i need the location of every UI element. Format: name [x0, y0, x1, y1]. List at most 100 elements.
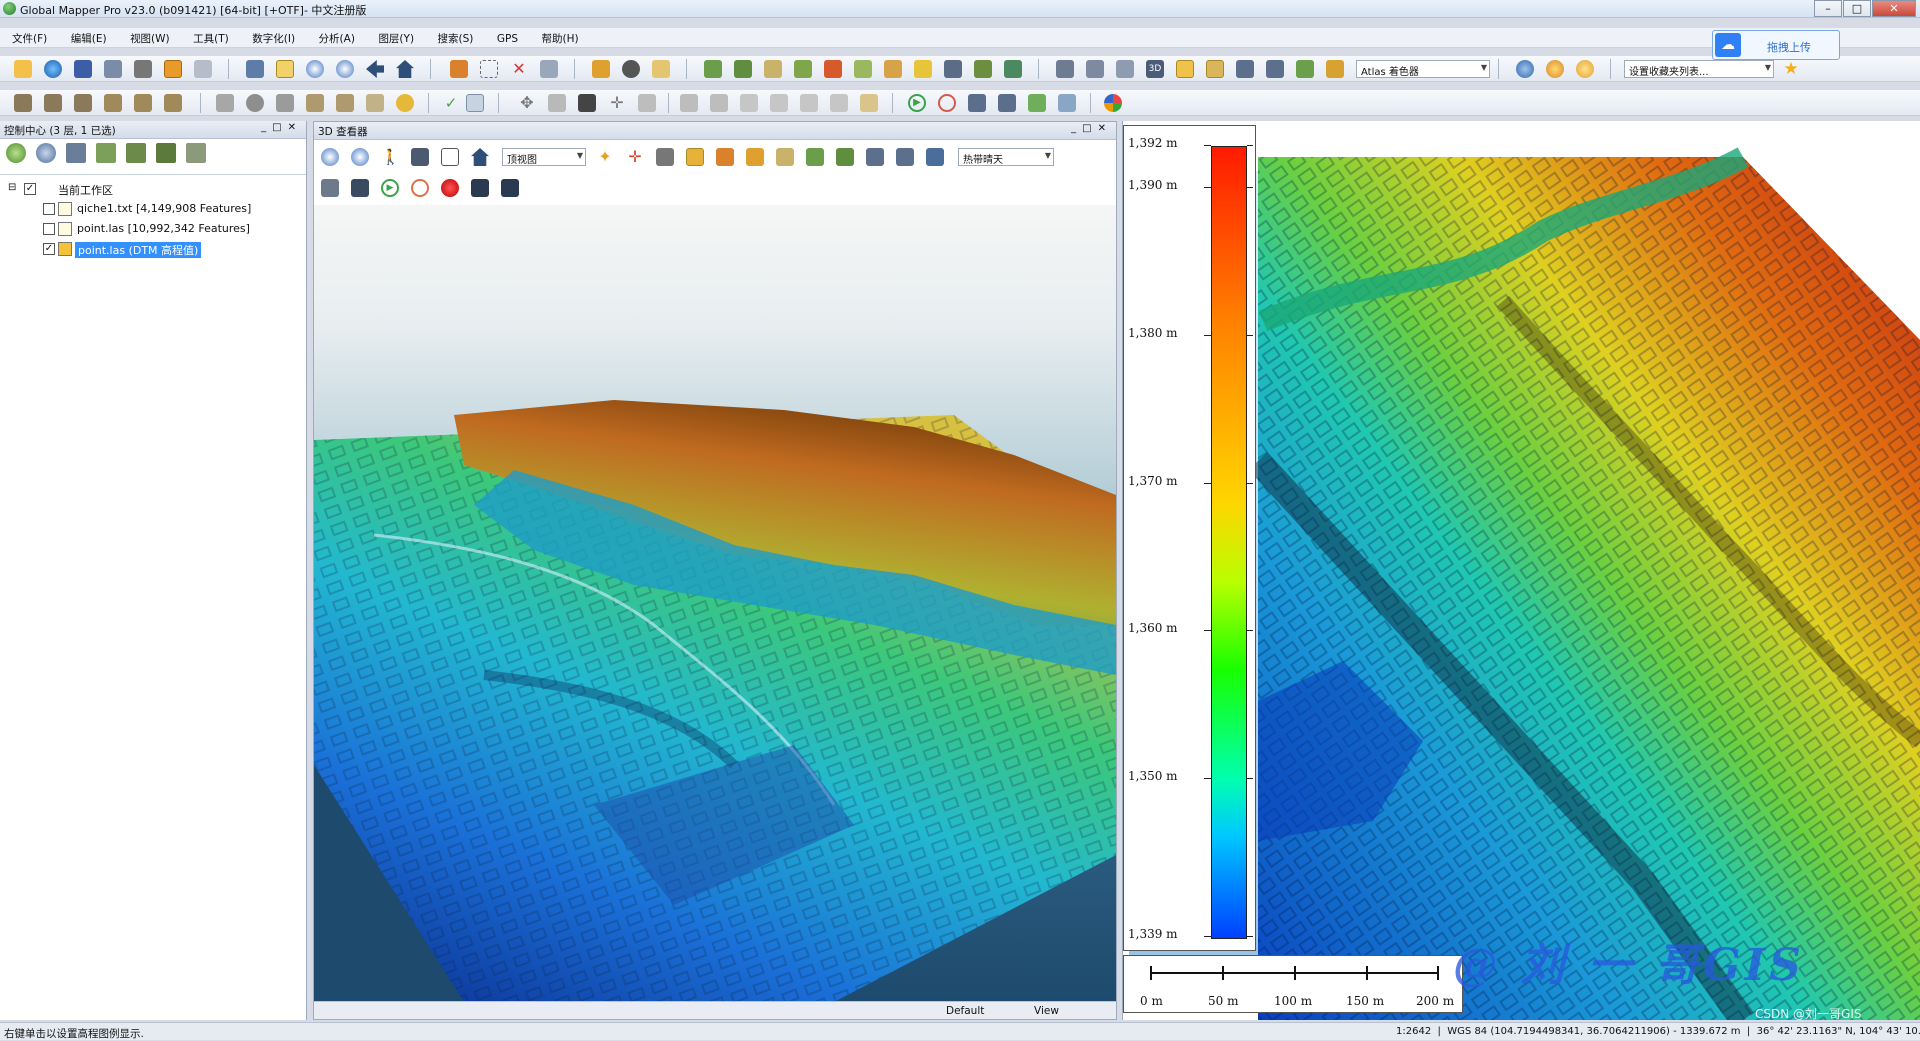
layout-icon[interactable]	[1056, 60, 1074, 78]
smooth-icon[interactable]	[366, 94, 384, 112]
select-tool-icon[interactable]	[246, 60, 264, 78]
zoom-out-icon[interactable]	[336, 60, 354, 78]
menu-help[interactable]: 帮助(H)	[530, 28, 587, 46]
contour-icon[interactable]	[734, 60, 752, 78]
raster-icon[interactable]	[914, 60, 932, 78]
3d-scene[interactable]	[314, 205, 1116, 1002]
walk-icon[interactable]: 🚶	[381, 148, 400, 166]
add-track-icon[interactable]	[1028, 94, 1046, 112]
menu-file[interactable]: 文件(F)	[0, 28, 55, 46]
attribute-table-icon[interactable]	[66, 143, 86, 163]
rotate-icon[interactable]	[548, 94, 566, 112]
draw-area-icon[interactable]	[74, 94, 92, 112]
minimize-button[interactable]: –	[1814, 0, 1842, 17]
node-icon[interactable]	[578, 94, 596, 112]
menu-view[interactable]: 视图(W)	[118, 28, 178, 46]
water-icon[interactable]	[926, 148, 944, 166]
flag-icon[interactable]	[824, 60, 842, 78]
scale-down-icon[interactable]	[866, 148, 884, 166]
vertical-exag-icon[interactable]	[686, 148, 704, 166]
profile-icon[interactable]	[884, 60, 902, 78]
workspace-icon[interactable]	[104, 60, 122, 78]
layer-checkbox[interactable]	[43, 203, 55, 215]
search-icon[interactable]	[652, 60, 670, 78]
home-icon[interactable]	[471, 148, 489, 166]
crosshair-icon[interactable]: ✛	[608, 94, 626, 112]
terrain-icon[interactable]	[704, 60, 722, 78]
star-icon[interactable]: ★	[1782, 60, 1800, 78]
zoom-in-icon[interactable]	[306, 60, 324, 78]
stop-icon[interactable]	[411, 179, 429, 197]
play-icon[interactable]: ▶	[381, 179, 399, 197]
draw-text-icon[interactable]	[134, 94, 152, 112]
menu-edit[interactable]: 编辑(E)	[59, 28, 115, 46]
menu-digitize[interactable]: 数字化(I)	[240, 28, 303, 46]
buffer-icon[interactable]	[740, 94, 758, 112]
water-level-icon[interactable]	[1296, 60, 1314, 78]
scale-up-icon[interactable]	[1266, 60, 1284, 78]
label-icon[interactable]	[830, 94, 848, 112]
merge-icon[interactable]	[396, 94, 414, 112]
draw-point-icon[interactable]	[104, 94, 122, 112]
line-of-sight-icon[interactable]	[1004, 60, 1022, 78]
rect-select-icon[interactable]	[480, 60, 498, 78]
visibility-icon[interactable]	[156, 143, 176, 163]
close-button[interactable]: ✕	[1872, 0, 1916, 17]
record-icon[interactable]	[968, 94, 986, 112]
draw-line-icon[interactable]	[14, 94, 32, 112]
online-data-icon[interactable]	[1516, 60, 1534, 78]
ruler-icon[interactable]	[860, 94, 878, 112]
layer-item[interactable]: ✓ point.las (DTM 高程值)	[0, 239, 306, 259]
elevation-icon[interactable]	[764, 60, 782, 78]
moon-icon[interactable]	[1576, 60, 1594, 78]
cursor-cross-icon[interactable]: ✛	[626, 148, 644, 166]
edit-vertex-icon[interactable]	[466, 94, 484, 112]
panel-buttons[interactable]: _□✕	[1071, 123, 1112, 134]
cut-icon[interactable]	[680, 94, 698, 112]
3d-view-icon[interactable]: 3D	[1146, 60, 1164, 78]
shader-toggle-icon[interactable]	[1176, 60, 1194, 78]
lighting-icon[interactable]	[1326, 60, 1344, 78]
maximize-button[interactable]: □	[1843, 0, 1871, 17]
settings-gear-icon[interactable]	[1546, 60, 1564, 78]
crop-icon[interactable]	[800, 94, 818, 112]
pencil-icon[interactable]	[716, 148, 734, 166]
scale-up-icon[interactable]	[896, 148, 914, 166]
control-center-icon[interactable]	[164, 60, 182, 78]
cube-icon[interactable]	[441, 148, 459, 166]
draw-circle-icon[interactable]	[164, 94, 182, 112]
hillshade-icon[interactable]	[794, 60, 812, 78]
layer-item[interactable]: qiche1.txt [4,149,908 Features]	[0, 199, 306, 219]
stop-icon[interactable]	[938, 94, 956, 112]
join-icon[interactable]	[710, 94, 728, 112]
info-icon[interactable]	[622, 60, 640, 78]
zoom-in-icon[interactable]	[321, 148, 339, 166]
screenshot-camera-icon[interactable]	[501, 179, 519, 197]
open-data-icon[interactable]	[6, 143, 26, 163]
fly-mode-icon[interactable]	[411, 148, 429, 166]
pencil-icon[interactable]	[450, 60, 468, 78]
draw-polyline-icon[interactable]	[44, 94, 62, 112]
volume-icon[interactable]	[974, 60, 992, 78]
video-camera-icon[interactable]	[471, 179, 489, 197]
layer-checkbox[interactable]: ✓	[43, 243, 55, 255]
wrench-icon[interactable]	[134, 60, 152, 78]
shader-combo[interactable]: Atlas 着色器 ▼	[1356, 60, 1490, 78]
map-view[interactable]: 1,392 m 1,390 m 1,380 m 1,370 m 1,360 m …	[1122, 121, 1920, 1020]
pie-chart-icon[interactable]	[1104, 94, 1122, 112]
layer-checkbox[interactable]	[43, 223, 55, 235]
select-3d-icon[interactable]	[776, 148, 794, 166]
target-icon[interactable]	[246, 94, 264, 112]
upload-button[interactable]: ☁ 拖拽上传	[1712, 30, 1840, 60]
sky-combo[interactable]: 热带晴天 ▼	[958, 148, 1054, 166]
close-layer-icon[interactable]	[186, 143, 206, 163]
layer-item[interactable]: point.las [10,992,342 Features]	[0, 219, 306, 239]
vertical-exag-icon[interactable]	[1206, 60, 1224, 78]
pin-icon[interactable]	[1086, 60, 1104, 78]
root-checkbox[interactable]: ✓	[24, 183, 36, 195]
view-combo[interactable]: 顶视图 ▼	[502, 148, 586, 166]
delete-icon[interactable]: ✕	[510, 60, 528, 78]
reshape-icon[interactable]	[336, 94, 354, 112]
menu-gps[interactable]: GPS	[485, 30, 526, 45]
terrain-up-icon[interactable]	[806, 148, 824, 166]
